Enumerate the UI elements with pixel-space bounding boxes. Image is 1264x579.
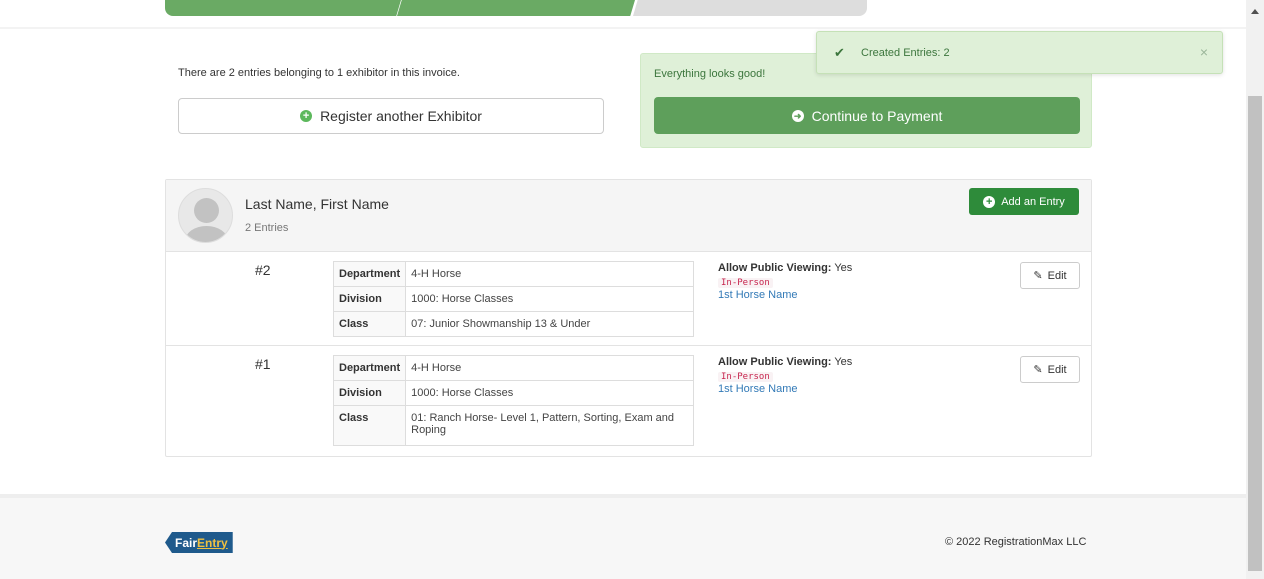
detail-label: Division — [332, 286, 407, 312]
edit-entry-button[interactable]: ✎ Edit — [1020, 356, 1080, 383]
detail-value: 1000: Horse Classes — [405, 380, 694, 406]
public-viewing-value: Yes — [834, 356, 853, 368]
detail-label: Class — [332, 405, 407, 446]
edit-label: Edit — [1047, 269, 1067, 282]
entry-info: Allow Public Viewing: Yes In-Person 1st … — [718, 356, 852, 395]
plus-circle-icon: + — [300, 110, 313, 122]
detail-value: 1000: Horse Classes — [405, 286, 694, 312]
avatar — [178, 188, 233, 243]
edit-label: Edit — [1047, 363, 1067, 376]
entry-details-table: Department 4-H Horse Division 1000: Hors… — [332, 261, 694, 337]
progress-steps — [165, 0, 867, 16]
add-entry-button[interactable]: + Add an Entry — [969, 188, 1079, 215]
detail-value: 07: Junior Showmanship 13 & Under — [405, 311, 694, 337]
progress-step-2 — [397, 0, 635, 16]
page: There are 2 entries belonging to 1 exhib… — [0, 0, 1246, 579]
edit-entry-button[interactable]: ✎ Edit — [1020, 262, 1080, 289]
check-icon: ✔ — [834, 45, 845, 60]
register-exhibitor-button[interactable]: + Register another Exhibitor — [178, 98, 604, 134]
table-row: Class 07: Junior Showmanship 13 & Under — [332, 311, 694, 337]
footer: Fair Entry © 2022 RegistrationMax LLC — [0, 498, 1246, 579]
entry-info: Allow Public Viewing: Yes In-Person 1st … — [718, 262, 852, 301]
continue-label: Continue to Payment — [811, 107, 943, 124]
entry-details-table: Department 4-H Horse Division 1000: Hors… — [332, 355, 694, 446]
scrollbar-thumb[interactable] — [1248, 96, 1262, 571]
public-viewing-label: Allow Public Viewing: — [718, 356, 832, 368]
register-exhibitor-label: Register another Exhibitor — [320, 108, 482, 124]
detail-value: 4-H Horse — [405, 261, 694, 287]
success-toast: ✔ Created Entries: 2 × — [816, 31, 1223, 74]
exhibitor-name: Last Name, First Name — [245, 196, 389, 212]
entry-number: #2 — [255, 262, 271, 278]
detail-label: Class — [332, 311, 407, 337]
exhibitor-card: Last Name, First Name 2 Entries + Add an… — [165, 179, 1092, 457]
progress-step-1 — [165, 0, 401, 16]
pencil-icon: ✎ — [1033, 364, 1043, 376]
exhibitor-entry-count: 2 Entries — [245, 222, 289, 234]
public-viewing: Allow Public Viewing: Yes — [718, 262, 852, 274]
avatar-body-icon — [185, 226, 228, 242]
logo-text-entry: Entry — [197, 535, 228, 550]
detail-value: 4-H Horse — [405, 355, 694, 381]
mode-badge: In-Person — [718, 372, 773, 382]
table-row: Department 4-H Horse — [332, 355, 694, 381]
public-viewing-label: Allow Public Viewing: — [718, 262, 832, 274]
continue-to-payment-button[interactable]: ➜ Continue to Payment — [654, 97, 1080, 134]
logo-text-fair: Fair — [175, 535, 198, 550]
pencil-icon: ✎ — [1033, 270, 1043, 282]
entry-row: #2 Department 4-H Horse Division 1000: H… — [166, 252, 1091, 346]
avatar-head-icon — [194, 198, 219, 223]
copyright-text: © 2022 RegistrationMax LLC — [945, 536, 1087, 548]
detail-label: Department — [332, 355, 407, 381]
detail-label: Department — [332, 261, 407, 287]
horse-link[interactable]: 1st Horse Name — [718, 289, 852, 301]
scroll-up-arrow-icon[interactable] — [1251, 9, 1259, 14]
entry-row: #1 Department 4-H Horse Division 1000: H… — [166, 346, 1091, 456]
exhibitor-header: Last Name, First Name 2 Entries + Add an… — [166, 180, 1091, 252]
table-row: Class 01: Ranch Horse- Level 1, Pattern,… — [332, 405, 694, 446]
public-viewing-value: Yes — [834, 262, 853, 274]
status-text: Everything looks good! — [654, 68, 766, 80]
horse-link[interactable]: 1st Horse Name — [718, 383, 852, 395]
plus-circle-icon: + — [983, 195, 996, 208]
vertical-scrollbar[interactable] — [1246, 0, 1264, 579]
arrow-circle-right-icon: ➜ — [791, 109, 804, 122]
entry-number: #1 — [255, 356, 271, 372]
detail-value: 01: Ranch Horse- Level 1, Pattern, Sorti… — [405, 405, 694, 446]
table-row: Division 1000: Horse Classes — [332, 286, 694, 312]
mode-badge: In-Person — [718, 278, 773, 288]
invoice-summary: There are 2 entries belonging to 1 exhib… — [178, 67, 460, 79]
toast-message: Created Entries: 2 — [861, 47, 950, 59]
public-viewing: Allow Public Viewing: Yes — [718, 356, 852, 368]
progress-step-3 — [633, 0, 867, 16]
toast-close-button[interactable]: × — [1200, 44, 1208, 60]
table-row: Division 1000: Horse Classes — [332, 380, 694, 406]
add-entry-label: Add an Entry — [1001, 195, 1065, 208]
fairentry-logo[interactable]: Fair Entry — [165, 532, 233, 553]
detail-label: Division — [332, 380, 407, 406]
top-divider — [0, 27, 1246, 29]
table-row: Department 4-H Horse — [332, 261, 694, 287]
